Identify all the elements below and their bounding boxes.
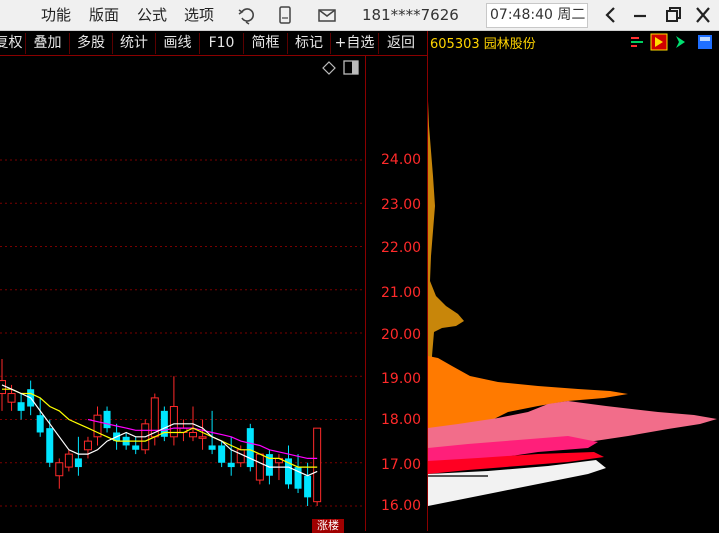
- candle-body: [7, 393, 16, 403]
- candle-body: [46, 428, 54, 463]
- price-axis-line: [365, 56, 366, 531]
- back-icon[interactable]: [597, 3, 625, 27]
- price-label: 23.00: [381, 197, 422, 213]
- candle-body: [255, 453, 264, 481]
- candle-body: [55, 462, 64, 477]
- restore-icon[interactable]: [659, 3, 687, 27]
- menu-gongshi[interactable]: 公式: [137, 6, 167, 24]
- flag-icon[interactable]: [650, 33, 668, 51]
- price-label: 17.00: [381, 457, 422, 473]
- chart-toolbar: 复权 叠加 多股 统计 画线 F10 简框 标记 +自选 返回: [0, 31, 428, 56]
- menu-xuanxiang[interactable]: 选项: [184, 6, 214, 24]
- tool-fuquan[interactable]: 复权: [0, 33, 26, 54]
- layout-icon[interactable]: [696, 33, 714, 51]
- chip-distribution: [428, 101, 717, 506]
- candle-body: [103, 410, 111, 429]
- minimize-icon[interactable]: [626, 3, 654, 27]
- title-bar: 功能 版面 公式 选项 181****7626 07:48:40 周二: [0, 0, 719, 31]
- price-label: 22.00: [381, 240, 422, 256]
- tool-zixuan[interactable]: +自选: [331, 33, 379, 54]
- tool-jiankuang[interactable]: 简框: [244, 33, 288, 54]
- tool-duogu[interactable]: 多股: [70, 33, 113, 54]
- candle-body: [132, 445, 140, 450]
- refresh-icon[interactable]: [236, 4, 258, 26]
- phone-icon[interactable]: [274, 4, 296, 26]
- candle-body: [236, 449, 245, 464]
- price-label: 18.00: [381, 412, 422, 428]
- stock-code: 605303: [430, 37, 480, 52]
- candle-body: [313, 427, 322, 503]
- candle-body: [246, 428, 254, 468]
- mail-icon[interactable]: [316, 4, 338, 26]
- candle-body: [74, 458, 82, 468]
- candle-body: [36, 415, 44, 433]
- tool-biaoji[interactable]: 标记: [288, 33, 331, 54]
- clock: 07:48:40 周二: [486, 3, 588, 28]
- tool-tongji[interactable]: 统计: [113, 33, 156, 54]
- candle-body: [227, 462, 235, 468]
- candle-body: [304, 475, 312, 498]
- stock-title: 605303 园林股份: [430, 33, 536, 52]
- candle-body: [83, 440, 92, 451]
- close-icon[interactable]: [689, 3, 717, 27]
- candle-body: [218, 445, 226, 463]
- price-label: 24.00: [381, 152, 422, 168]
- arrow-icon[interactable]: [672, 33, 690, 51]
- candle-body: [208, 445, 216, 450]
- candlestick-chart[interactable]: [0, 56, 365, 531]
- price-label: 20.00: [381, 327, 422, 343]
- tool-huaxian[interactable]: 画线: [156, 33, 200, 54]
- candle-body: [198, 436, 207, 439]
- candle-body: [64, 453, 73, 468]
- bars-icon[interactable]: [629, 33, 647, 51]
- candle-body: [189, 431, 197, 438]
- menu-gongneng[interactable]: 功能: [41, 6, 71, 24]
- menu-banmian[interactable]: 版面: [89, 6, 119, 24]
- tool-diejia[interactable]: 叠加: [26, 33, 70, 54]
- candle-body: [17, 402, 25, 411]
- price-label: 16.00: [381, 498, 422, 514]
- account-phone: 181****7626: [362, 6, 459, 24]
- tool-f10[interactable]: F10: [200, 33, 244, 54]
- stock-name: 园林股份: [483, 37, 536, 52]
- candle-body: [0, 380, 6, 395]
- price-label: 21.00: [381, 285, 422, 301]
- tool-fanhui[interactable]: 返回: [379, 33, 423, 54]
- price-label: 19.00: [381, 371, 422, 387]
